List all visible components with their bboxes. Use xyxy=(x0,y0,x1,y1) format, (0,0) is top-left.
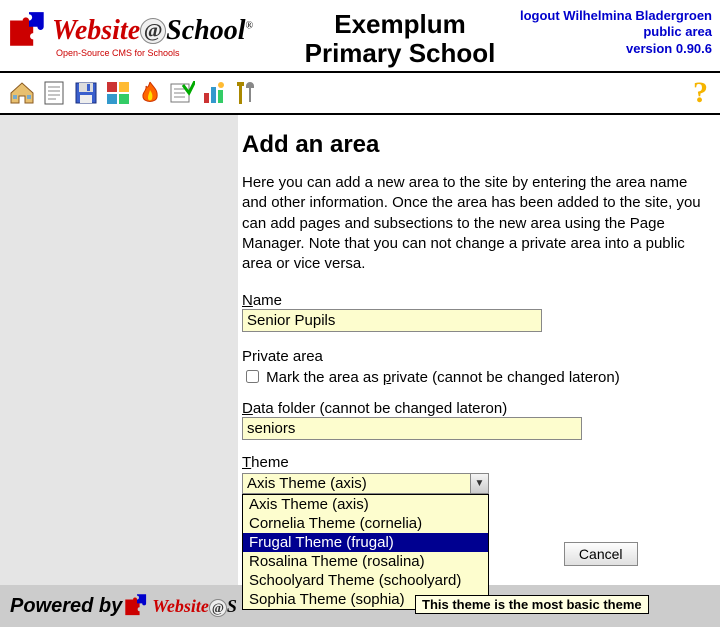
puzzle-icon[interactable] xyxy=(102,77,134,109)
powered-by-label: Powered by xyxy=(10,595,122,618)
logo-subtitle: Open-Source CMS for Schools xyxy=(56,48,298,58)
page-icon[interactable] xyxy=(38,77,70,109)
toolbar: ? xyxy=(0,71,720,115)
site-title: Exemplum Primary School xyxy=(298,6,502,67)
chevron-down-icon: ▼ xyxy=(470,474,488,493)
site-title-line1: Exemplum xyxy=(298,10,502,39)
datafolder-input[interactable] xyxy=(242,417,582,440)
theme-option[interactable]: Schoolyard Theme (schoolyard) xyxy=(243,571,488,590)
theme-select[interactable]: Axis Theme (axis) ▼ xyxy=(242,473,489,494)
page-description: Here you can add a new area to the site … xyxy=(242,173,708,274)
datafolder-label: Data folder (cannot be changed lateron) xyxy=(242,400,708,417)
footer-logo-left: Website xyxy=(152,596,209,616)
theme-option[interactable]: Rosalina Theme (rosalina) xyxy=(243,552,488,571)
app-logo: Website@School® Open-Source CMS for Scho… xyxy=(8,6,298,58)
registered-mark: ® xyxy=(246,21,254,32)
footer-logo-right: S xyxy=(227,596,237,616)
puzzle-icon xyxy=(8,10,50,52)
cancel-button[interactable]: Cancel xyxy=(564,542,638,566)
sidebar xyxy=(0,115,238,585)
tools-icon[interactable] xyxy=(230,77,262,109)
logo-brand-left: Website xyxy=(52,15,140,46)
version-label: version 0.90.6 xyxy=(626,41,712,56)
save-icon[interactable] xyxy=(70,77,102,109)
private-checkbox[interactable] xyxy=(246,370,259,383)
logo-brand-right: School xyxy=(166,15,245,46)
theme-dropdown: Axis Theme (axis)Cornelia Theme (corneli… xyxy=(242,494,489,610)
help-icon[interactable]: ? xyxy=(693,76,714,110)
name-input[interactable] xyxy=(242,309,542,332)
logout-link[interactable]: logout Wilhelmina Bladergroen xyxy=(520,8,712,23)
page-title: Add an area xyxy=(242,131,708,159)
at-icon: @ xyxy=(140,18,166,44)
stats-icon[interactable] xyxy=(198,77,230,109)
home-icon[interactable] xyxy=(6,77,38,109)
site-title-line2: Primary School xyxy=(298,39,502,68)
private-checkbox-label: Mark the area as private (cannot be chan… xyxy=(266,369,620,386)
public-area-link[interactable]: public area xyxy=(643,24,712,39)
theme-tooltip: This theme is the most basic theme xyxy=(415,595,649,614)
flame-icon[interactable] xyxy=(134,77,166,109)
theme-option[interactable]: Axis Theme (axis) xyxy=(243,495,488,514)
name-label: Name xyxy=(242,292,708,309)
theme-label: Theme xyxy=(242,454,708,471)
at-icon: @ xyxy=(209,599,227,617)
private-heading: Private area xyxy=(242,348,708,365)
theme-option[interactable]: Frugal Theme (frugal) xyxy=(243,533,488,552)
theme-option[interactable]: Cornelia Theme (cornelia) xyxy=(243,514,488,533)
checklist-icon[interactable] xyxy=(166,77,198,109)
theme-selected-value: Axis Theme (axis) xyxy=(247,475,367,492)
